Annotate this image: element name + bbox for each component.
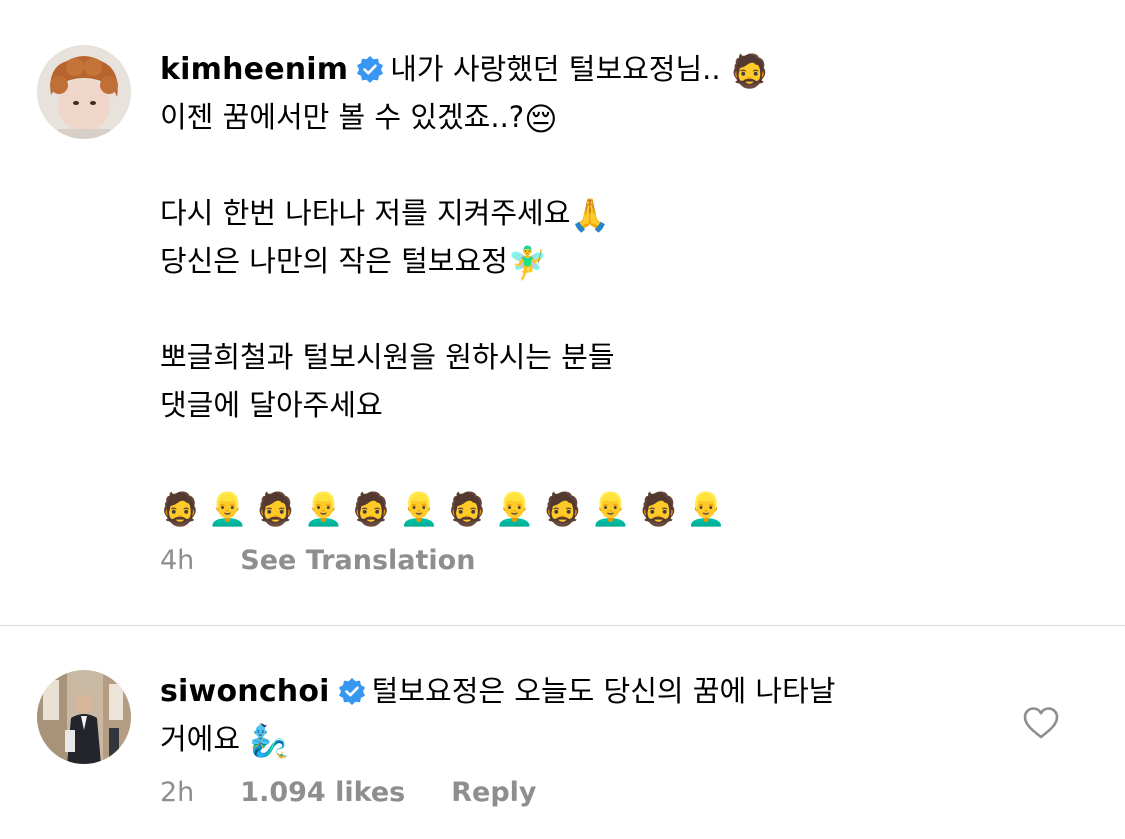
heart-outline-icon [1023,707,1059,739]
username[interactable]: kimheenim [160,52,348,87]
comment-text-line: 이젠 꿈에서만 볼 수 있겠죠..? [160,100,525,134]
verified-badge-icon [338,671,366,719]
like-button[interactable] [1022,706,1060,744]
likes-count[interactable]: 1.094 likes [240,777,405,808]
comment-text-line: 내가 사랑했던 털보요정님.. [390,52,721,86]
see-translation-button[interactable]: See Translation [240,545,475,576]
reply-button[interactable]: Reply [451,777,536,808]
bearded-face-emoji: 🧔 [729,52,770,90]
pensive-face-emoji: 😔 [524,100,558,138]
comment-body: kimheenim 내가 사랑했던 털보요정님.. 🧔 이젠 꿈에서만 볼 수 있… [160,45,770,547]
comment-text-line: 털보요정은 오늘도 당신의 꿈에 나타날 [371,674,836,708]
avatar-siwonchoi[interactable] [37,670,131,764]
emoji-row: 🧔👱‍♂️🧔👱‍♂️🧔👱‍♂️🧔👱‍♂️🧔👱‍♂️🧔👱‍♂️ [160,490,735,528]
comment-body: siwonchoi 털보요정은 오늘도 당신의 꿈에 나타날 거에요 🧞‍♂️ [160,667,835,763]
comment-text-line: 다시 한번 나타나 저를 지켜주세요 [160,196,571,230]
comment-meta: 2h 1.094 likes Reply [160,777,583,808]
comment-text-line: 당신은 나만의 작은 털보요정 [160,244,508,278]
folded-hands-emoji: 🙏 [570,196,611,234]
comment-divider [0,625,1125,626]
comment-text-line: 거에요 [160,722,241,756]
avatar-kimheenim[interactable] [37,45,131,139]
comment-timestamp: 4h [160,545,195,576]
comment-timestamp: 2h [160,777,195,808]
comment-text-line: 뽀글희철과 털보시원을 원하시는 분들 [160,340,615,374]
genie-emoji: 🧞‍♂️ [249,722,290,760]
comment-meta: 4h See Translation [160,545,521,576]
username[interactable]: siwonchoi [160,674,330,709]
verified-badge-icon [356,49,384,97]
fairy-emoji: 🧚‍♂️ [507,244,548,282]
comment-text-line: 댓글에 달아주세요 [160,388,383,422]
